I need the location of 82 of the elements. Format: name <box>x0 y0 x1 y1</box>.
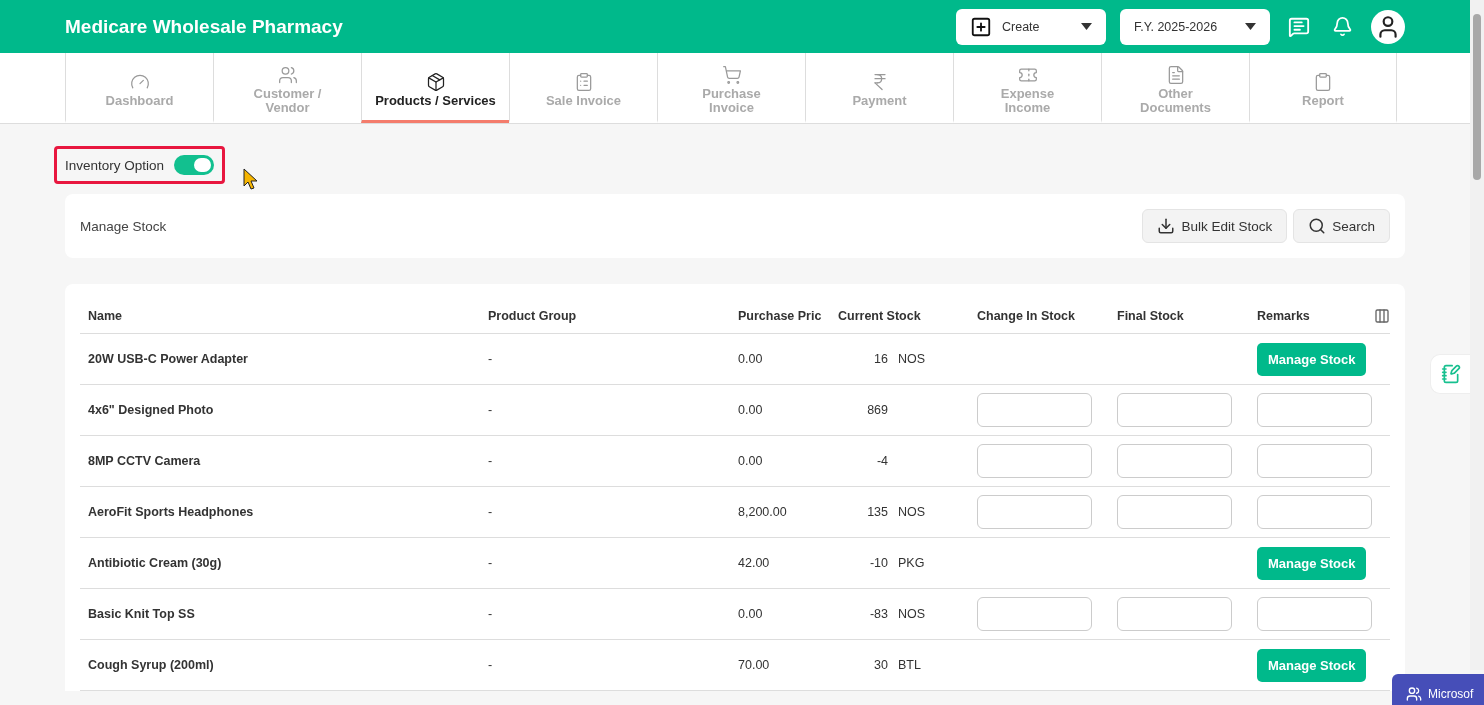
cursor-icon <box>243 168 259 190</box>
clipboard-icon <box>1313 71 1333 92</box>
scrollbar[interactable] <box>1470 0 1484 670</box>
remarks-field[interactable] <box>1257 495 1372 529</box>
product-group: - <box>480 640 730 691</box>
stock-quantity: -10 <box>868 556 888 570</box>
stock-unit: NOS <box>898 352 926 366</box>
purchase-price: 70.00 <box>730 640 830 691</box>
product-group: - <box>480 538 730 589</box>
inventory-toggle[interactable] <box>174 155 215 175</box>
columns-icon[interactable] <box>1374 306 1390 325</box>
product-group: - <box>480 436 730 487</box>
stock-quantity: 135 <box>866 505 888 519</box>
final-stock-field[interactable] <box>1117 597 1232 631</box>
stock-unit: NOS <box>898 505 926 519</box>
purchase-price: 0.00 <box>730 334 830 385</box>
notes-icon <box>1440 364 1461 384</box>
stock-quantity: 30 <box>873 658 888 672</box>
search-icon <box>1308 217 1327 235</box>
product-group: - <box>480 589 730 640</box>
caret-icon <box>1245 23 1256 30</box>
stock-quantity: -4 <box>875 454 888 468</box>
change-stock-field[interactable] <box>977 393 1092 427</box>
product-name: Basic Knit Top SS <box>80 589 480 640</box>
teams-label: Microsof <box>1428 687 1474 701</box>
fiscal-year-dropdown[interactable]: F.Y. 2025-2026 <box>1120 8 1270 45</box>
stock-unit: NOS <box>898 607 926 621</box>
column-header: Purchase Pric <box>730 298 830 334</box>
change-stock-field[interactable] <box>977 444 1092 478</box>
purchase-price: 42.00 <box>730 538 830 589</box>
people-icon <box>277 64 298 85</box>
column-header: Remarks <box>1249 298 1366 334</box>
final-stock-field[interactable] <box>1117 444 1232 478</box>
product-name: 4x6" Designed Photo <box>80 385 480 436</box>
inventory-option-label: Inventory Option <box>65 157 165 173</box>
product-group: - <box>480 385 730 436</box>
teams-popup[interactable]: Microsof <box>1392 674 1484 705</box>
manage-stock-button[interactable]: Manage Stock <box>1257 546 1367 580</box>
product-name: AeroFit Sports Headphones <box>80 487 480 538</box>
app-title: Medicare Wholesale Pharmacy <box>65 15 344 38</box>
product-name: 20W USB-C Power Adapter <box>80 334 480 385</box>
search-button[interactable]: Search <box>1293 209 1390 243</box>
section-title: Manage Stock <box>80 218 168 234</box>
stock-quantity: 869 <box>866 403 888 417</box>
box-icon <box>425 71 446 92</box>
manage-stock-button[interactable]: Manage Stock <box>1257 342 1367 376</box>
remarks-field[interactable] <box>1257 597 1372 631</box>
nav-tab[interactable]: Report <box>1249 53 1397 123</box>
stock-quantity: -83 <box>868 607 888 621</box>
avatar-icon[interactable] <box>1371 9 1405 44</box>
purchase-price: 0.00 <box>730 385 830 436</box>
column-header: Change In Stock <box>969 298 1109 334</box>
purchase-price: 0.00 <box>730 589 830 640</box>
bulk-edit-button[interactable]: Bulk Edit Stock <box>1142 209 1288 243</box>
column-header: Name <box>80 298 480 334</box>
change-stock-field[interactable] <box>977 597 1092 631</box>
purchase-price: 0.00 <box>730 436 830 487</box>
stock-unit: PKG <box>898 556 925 570</box>
create-button[interactable]: Create <box>956 8 1106 45</box>
stock-unit: BTL <box>898 658 921 672</box>
column-header: Current Stock <box>830 298 969 334</box>
remarks-field[interactable] <box>1257 444 1372 478</box>
product-name: Cough Syrup (200ml) <box>80 640 480 691</box>
final-stock-field[interactable] <box>1117 495 1232 529</box>
product-name: 8MP CCTV Camera <box>80 436 480 487</box>
purchase-price: 8,200.00 <box>730 487 830 538</box>
product-group: - <box>480 487 730 538</box>
plus-icon <box>970 15 992 38</box>
manage-stock-button[interactable]: Manage Stock <box>1257 648 1367 682</box>
final-stock-field[interactable] <box>1117 393 1232 427</box>
nav-tab[interactable]: Products / Services <box>361 53 509 123</box>
cart-icon <box>721 64 742 85</box>
change-stock-field[interactable] <box>977 495 1092 529</box>
product-group: - <box>480 334 730 385</box>
column-header: Product Group <box>480 298 730 334</box>
side-panel-button[interactable] <box>1430 354 1470 394</box>
caret-icon <box>1081 23 1092 30</box>
product-name: Antibiotic Cream (30g) <box>80 538 480 589</box>
column-header: Final Stock <box>1109 298 1249 334</box>
download-icon <box>1157 217 1176 235</box>
remarks-field[interactable] <box>1257 393 1372 427</box>
stock-quantity: 16 <box>873 352 888 366</box>
